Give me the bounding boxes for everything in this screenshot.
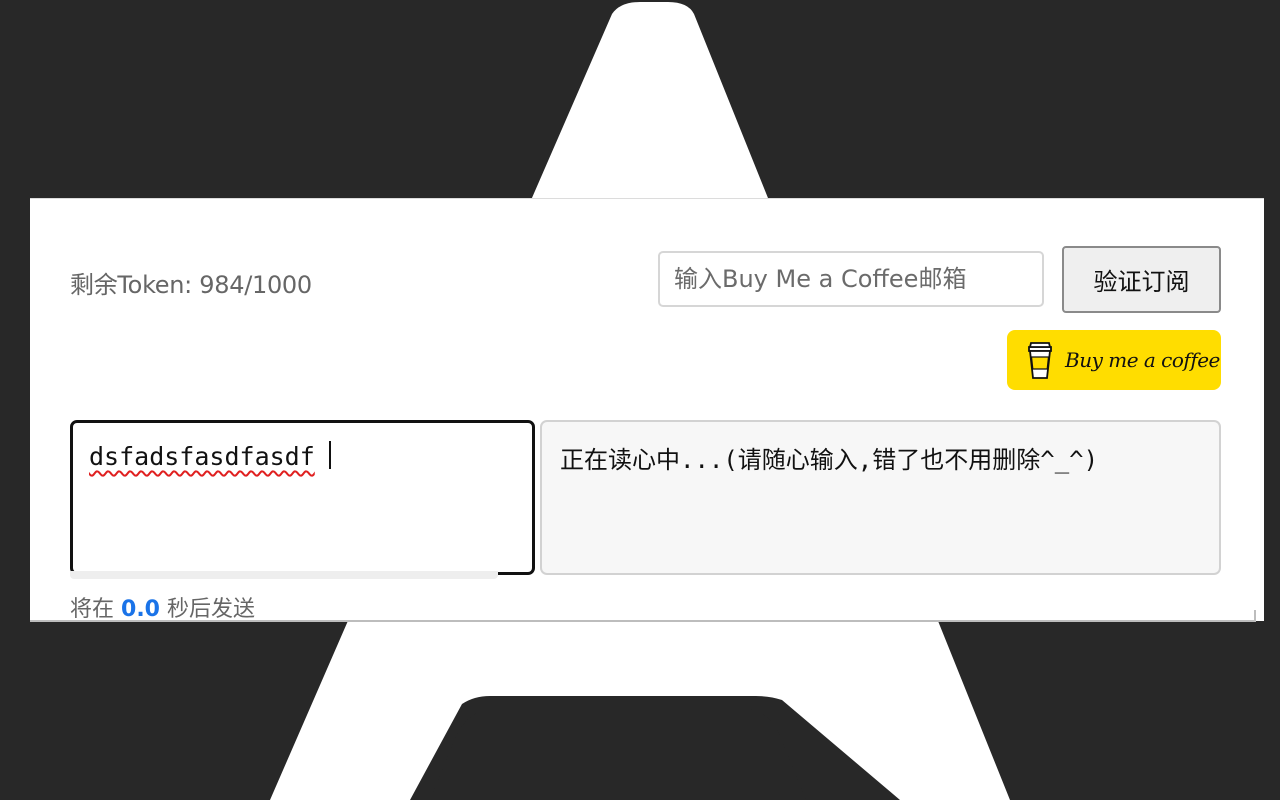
buy-me-a-coffee-button[interactable]: Buy me a coffee — [1007, 330, 1221, 390]
token-panel: 剩余Token: 984/1000 验证订阅 Buy me a coffee d… — [30, 198, 1264, 623]
mind-reading-output-text: 正在读心中...(请随心输入,错了也不用删除^_^) — [560, 446, 1099, 474]
send-countdown: 将在 0.0 秒后发送 — [70, 591, 255, 623]
input-progress-bar — [70, 571, 498, 579]
email-input[interactable] — [658, 251, 1044, 307]
mind-reading-output: 正在读心中...(请随心输入,错了也不用删除^_^) — [540, 420, 1221, 575]
panel-corner-edge — [1254, 610, 1256, 622]
text-caret — [328, 441, 331, 469]
thought-input[interactable]: dsfadsfasdfasdf — [70, 420, 535, 575]
countdown-suffix: 秒后发送 — [167, 597, 256, 622]
coffee-cup-icon — [1028, 342, 1052, 379]
countdown-prefix: 将在 — [70, 597, 115, 622]
verify-subscription-button[interactable]: 验证订阅 — [1062, 246, 1221, 313]
countdown-value: 0.0 — [121, 597, 160, 622]
token-count-label: 剩余Token: 984/1000 — [70, 271, 312, 299]
buy-me-a-coffee-label: Buy me a coffee — [1065, 348, 1220, 372]
panel-bottom-edge — [30, 620, 1256, 622]
thought-input-text: dsfadsfasdfasdf — [89, 442, 315, 471]
